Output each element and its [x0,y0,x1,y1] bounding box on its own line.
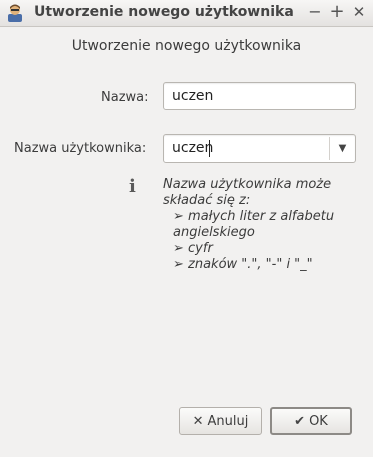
close-button[interactable]: ✕ [349,2,369,22]
cancel-button-label: Anuluj [207,413,249,429]
dialog-heading: Utworzenie nowego użytkownika [71,38,302,54]
window-titlebar: Utworzenie nowego użytkownika − + ✕ [0,0,373,27]
hint-item: ➢ małych liter z alfabetu angielskiego [173,209,335,240]
hint-item: ➢ znaków ".", "-" i "_" [173,257,313,272]
name-label: Nazwa: [101,90,149,105]
ok-button[interactable]: ✔ OK [270,407,352,435]
checkmark-icon: ✔ [294,413,306,429]
name-field-value: uczen [172,88,214,104]
username-combo[interactable]: uczen [163,134,356,163]
text-cursor [209,140,210,157]
cancel-button[interactable]: ✕ Anuluj [179,407,262,435]
name-field[interactable]: uczen [163,82,356,110]
window-title: Utworzenie nowego użytkownika [34,4,294,20]
user-admin-icon [8,4,22,22]
maximize-button[interactable]: + [327,2,347,22]
ok-button-label: OK [309,413,328,429]
username-combo-value: uczen [172,140,214,156]
close-icon: ✕ [192,413,204,429]
hint-intro: Nazwa użytkownika może składać się z: [163,177,332,208]
username-hint: Nazwa użytkownika może składać się z: ➢ … [163,177,363,273]
info-icon: i [129,176,136,197]
hint-item: ➢ cyfr [173,241,213,256]
username-label: Nazwa użytkownika: [14,141,147,156]
minimize-button[interactable]: − [305,2,325,22]
chevron-down-icon[interactable]: ▼ [330,135,355,162]
